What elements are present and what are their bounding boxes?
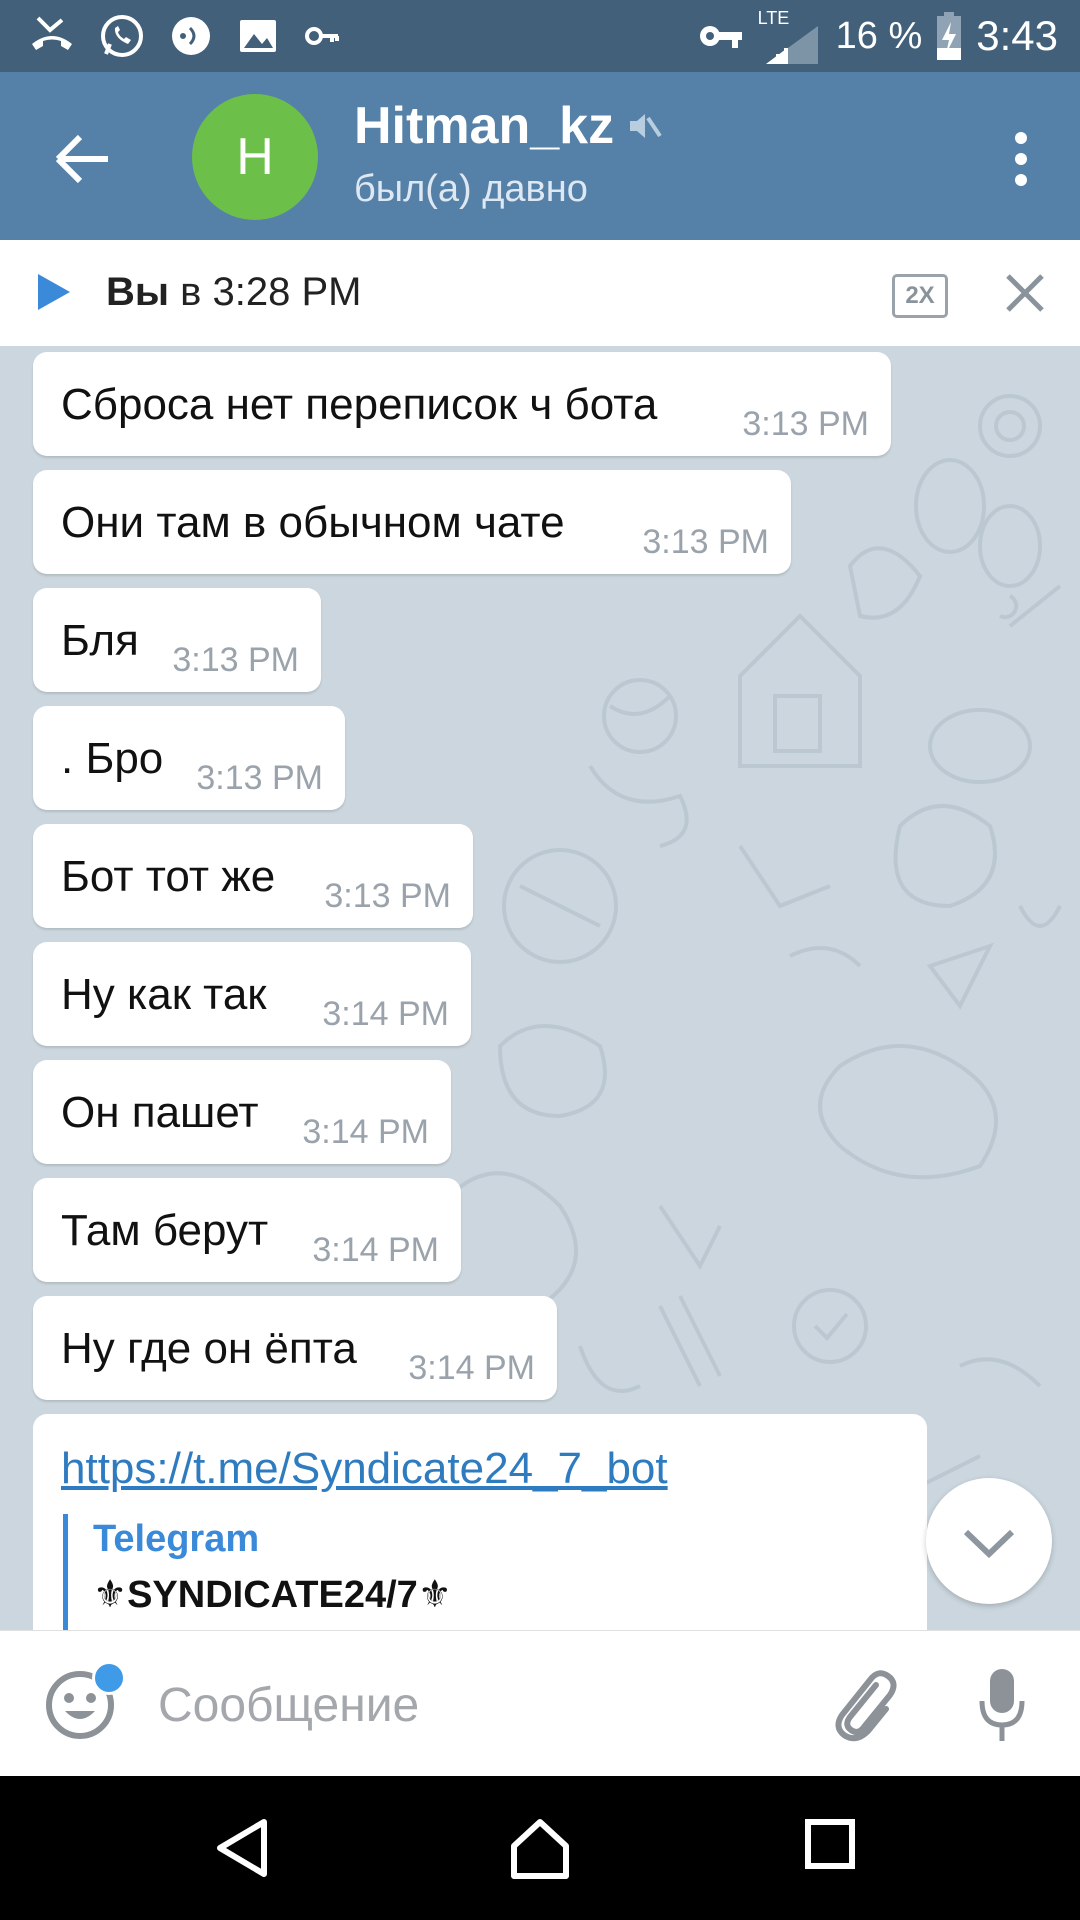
message-bubble[interactable]: Они там в обычном чате 3:13 PM [33,470,791,574]
message-text: Бот тот же [61,852,276,901]
chat-title[interactable]: Hitman_kz [354,96,662,156]
system-navigation-bar [0,1776,1080,1920]
audio-info: Вы в 3:28 PM [106,270,362,315]
image-icon [240,20,276,52]
nav-back-button[interactable] [214,1818,270,1883]
message-list[interactable]: Сброса нет переписок ч бота 3:13 PM Они … [0,346,1080,1630]
message-text: Там берут [61,1206,269,1255]
message-text: Сброса нет переписок ч бота [61,380,658,429]
message-input-bar [0,1630,1080,1777]
message-time: 3:13 PM [324,877,451,915]
new-stickers-dot [92,1661,126,1695]
chat-header: H Hitman_kz был(а) давно [0,72,1080,240]
battery-percent: 16 % [835,14,923,57]
status-bar: LTE 16 % 3:43 [0,0,1080,72]
message-bubble[interactable]: Бля 3:13 PM [33,588,321,692]
message-bubble[interactable]: Там берут 3:14 PM [33,1178,461,1282]
signal-icon [765,26,818,64]
key-icon [305,27,339,45]
message-bubble[interactable]: . Бро 3:13 PM [33,706,345,810]
contact-name: Hitman_kz [354,97,615,155]
link-preview-site: Telegram [93,1518,260,1560]
play-icon [38,274,70,310]
link-preview-title: ⚜SYNDICATE24/7⚜ [93,1574,452,1616]
more-options-button[interactable] [1006,124,1036,194]
message-text: Бля [61,616,139,665]
close-player-button[interactable] [1004,272,1046,319]
avatar[interactable]: H [192,94,318,220]
battery-charging-icon [937,12,962,60]
message-time: 3:13 PM [196,759,323,797]
microphone-icon [979,1669,1025,1741]
messenger-icon [172,17,210,55]
audio-time: в 3:28 PM [180,270,362,314]
message-bubble[interactable]: Ну где он ёпта 3:14 PM [33,1296,557,1400]
message-text: . Бро [61,734,164,783]
chevron-down-icon [963,1529,1015,1559]
nav-recents-button[interactable] [804,1818,856,1875]
message-bubble[interactable]: Бот тот же 3:13 PM [33,824,473,928]
message-bubble[interactable]: Сброса нет переписок ч бота 3:13 PM [33,352,891,456]
play-button[interactable] [36,272,72,317]
message-time: 3:13 PM [172,641,299,679]
avatar-letter: H [236,128,274,186]
more-vertical-icon [1015,132,1027,186]
message-input[interactable] [156,1669,800,1741]
muted-speaker-icon [630,114,662,138]
audio-player-bar[interactable]: Вы в 3:28 PM 2X [0,240,1080,347]
message-text: Он пашет [61,1088,259,1137]
voice-message-button[interactable] [976,1665,1028,1750]
message-text: Они там в обычном чате [61,498,565,547]
notification-icons [28,12,342,60]
link-preview-accent [63,1514,68,1630]
audio-sender: Вы [106,270,170,314]
signal-indicator: LTE [758,8,822,64]
triangle-back-icon [217,1819,267,1877]
message-time: 3:14 PM [322,995,449,1033]
attach-button[interactable] [828,1665,900,1750]
whatsapp-icon [101,15,143,57]
message-bubble[interactable]: Он пашет 3:14 PM [33,1060,451,1164]
message-time: 3:14 PM [408,1349,535,1387]
speed-label: 2X [905,282,935,309]
scroll-to-bottom-button[interactable] [926,1478,1052,1604]
home-icon [511,1819,569,1879]
playback-speed-button[interactable]: 2X [892,274,948,318]
clock: 3:43 [976,12,1058,59]
last-seen-status: был(а) давно [354,168,588,210]
message-bubble[interactable]: Ну как так 3:14 PM [33,942,471,1046]
system-status: LTE 16 % 3:43 [696,8,1058,64]
message-time: 3:13 PM [642,523,769,561]
nav-home-button[interactable] [508,1818,572,1885]
message-text: Ну где он ёпта [61,1324,357,1373]
message-time: 3:14 PM [312,1231,439,1269]
arrow-left-icon [55,134,108,184]
missed-call-icon [32,16,72,50]
message-time: 3:14 PM [302,1113,429,1151]
message-link[interactable]: https://t.me/Syndicate24_7_bot [61,1444,668,1494]
message-text: Ну как так [61,970,267,1019]
close-icon [1006,274,1044,312]
link-message-bubble[interactable]: https://t.me/Syndicate24_7_bot Telegram … [33,1414,927,1630]
paperclip-icon [835,1670,897,1742]
back-button[interactable] [48,124,118,194]
square-recents-icon [805,1819,855,1869]
vpn-key-icon [699,26,742,48]
message-time: 3:13 PM [742,405,869,443]
